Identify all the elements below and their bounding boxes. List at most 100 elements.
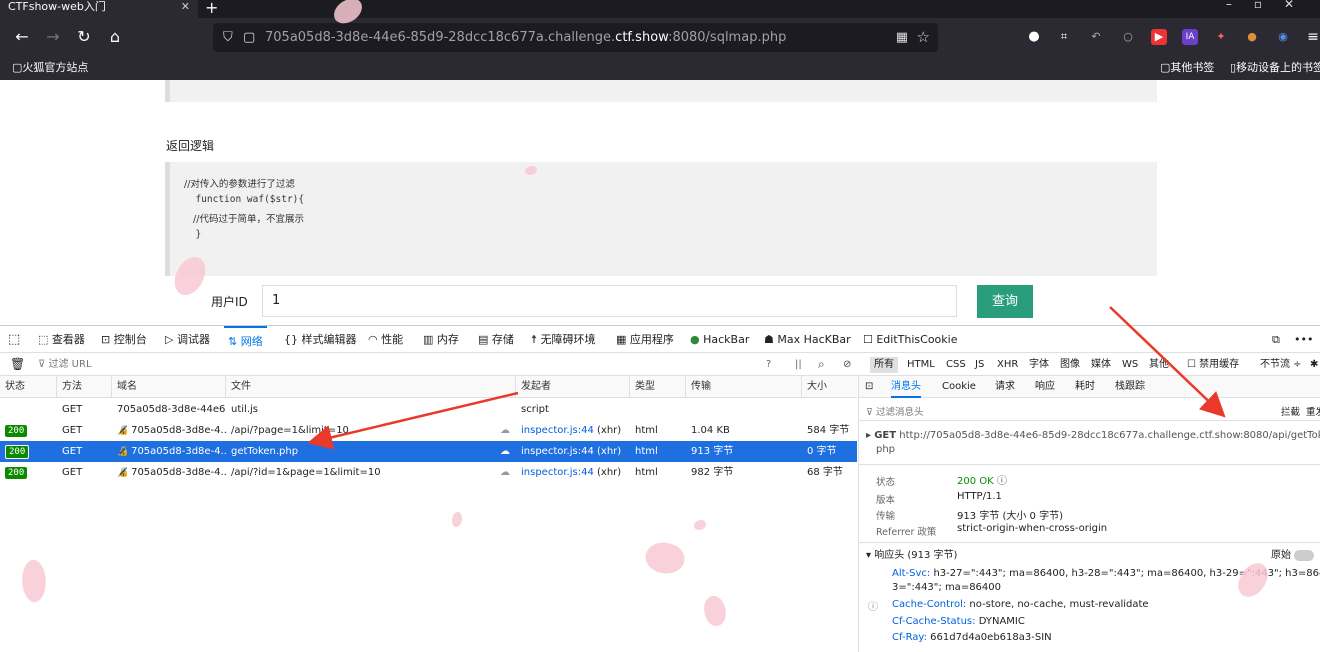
column-initiator[interactable]: 发起者 bbox=[516, 376, 630, 398]
block-icon[interactable]: ⊘ bbox=[843, 353, 851, 376]
tab-request[interactable]: 请求 bbox=[995, 376, 1015, 398]
forward-icon[interactable]: → bbox=[43, 27, 63, 46]
bookmark-firefox-official[interactable]: ▢火狐官方站点 bbox=[12, 58, 88, 78]
qr-code-icon[interactable]: ▦ bbox=[896, 23, 908, 52]
tab-stack-trace[interactable]: 栈跟踪 bbox=[1115, 376, 1145, 398]
block-button[interactable]: 拦截 bbox=[1281, 404, 1300, 418]
disable-cache-checkbox[interactable]: ☐ 禁用缓存 bbox=[1187, 353, 1239, 376]
type-filter-html[interactable]: HTML bbox=[907, 353, 935, 376]
reload-icon[interactable]: ↻ bbox=[74, 27, 94, 46]
user-id-label: 用户ID bbox=[211, 295, 248, 309]
tab-debugger[interactable]: ▷ 调试器 bbox=[165, 326, 210, 353]
column-size[interactable]: 大小 bbox=[802, 376, 857, 398]
tab-inspector[interactable]: ⬚ 查看器 bbox=[38, 326, 85, 353]
bookmark-other[interactable]: ▢其他书签 bbox=[1160, 58, 1214, 78]
panel-toggle-icon[interactable]: ⊡ bbox=[865, 376, 873, 398]
pause-icon[interactable]: || bbox=[795, 353, 802, 376]
cell-type: html bbox=[635, 425, 658, 436]
search-icon[interactable]: ⌕ bbox=[818, 353, 825, 376]
globe-extension-icon[interactable]: ◉ bbox=[1275, 29, 1291, 45]
cell-transfer: 982 字节 bbox=[691, 467, 734, 478]
bookmark-mobile[interactable]: ▯移动设备上的书签 bbox=[1230, 58, 1320, 78]
query-button[interactable]: 查询 bbox=[977, 285, 1033, 318]
tab-editthiscookie[interactable]: ☐ EditThisCookie bbox=[863, 326, 957, 353]
tab-hackbar[interactable]: ● HackBar bbox=[690, 326, 749, 353]
tab-memory[interactable]: ▥ 内存 bbox=[423, 326, 459, 353]
table-row[interactable]: 200 GET 🔏 705a05d8-3d8e-4.../api/?id=1&pag… bbox=[0, 462, 857, 483]
tab-headers[interactable]: 消息头 bbox=[891, 376, 921, 398]
type-filter-ws[interactable]: WS bbox=[1122, 353, 1138, 376]
cell-size: 584 字节 bbox=[807, 425, 850, 436]
cell-file: /api/?id=1&page=1&limit=10 ☁ bbox=[226, 462, 516, 483]
tab-storage[interactable]: ▤ 存储 bbox=[478, 326, 514, 353]
dock-icon[interactable]: ⧉ bbox=[1272, 326, 1280, 353]
type-filter-font[interactable]: 字体 bbox=[1029, 353, 1049, 376]
close-tab-icon[interactable]: ✕ bbox=[181, 0, 190, 14]
tab-timings[interactable]: 耗时 bbox=[1075, 376, 1095, 398]
type-filter-js[interactable]: JS bbox=[975, 353, 984, 376]
tab-application[interactable]: ▦ 应用程序 bbox=[616, 326, 674, 353]
column-method[interactable]: 方法 bbox=[57, 376, 112, 398]
crop-icon[interactable]: ⌗ bbox=[1056, 29, 1072, 45]
tab-max-hackbar[interactable]: ☗ Max HacKBar bbox=[764, 326, 851, 353]
tab-style-editor[interactable]: {} 样式编辑器 bbox=[284, 326, 357, 353]
type-filter-image[interactable]: 图像 bbox=[1060, 353, 1080, 376]
tab-network[interactable]: ⇅ 网络 bbox=[224, 326, 267, 353]
insecure-lock-icon: 🔏 bbox=[117, 468, 132, 478]
table-row[interactable]: GET 705a05d8-3d8e-44e6... util.js script bbox=[0, 399, 857, 420]
tab-performance[interactable]: ◠ 性能 bbox=[368, 326, 403, 353]
window-controls[interactable]: –▫✕ bbox=[1226, 0, 1316, 11]
type-filter-all[interactable]: 所有 bbox=[870, 357, 898, 373]
filter-url-input[interactable]: ⊽ 过滤 URL bbox=[38, 353, 92, 376]
bookmark-star-icon[interactable]: ☆ bbox=[917, 23, 930, 52]
table-row[interactable]: 200 GET 🔏 705a05d8-3d8e-4.../api/?page=1&l… bbox=[0, 420, 857, 441]
column-type[interactable]: 类型 bbox=[630, 376, 686, 398]
browser-tab[interactable]: CTFshow-web入门 ✕ bbox=[0, 0, 198, 18]
tab-accessibility[interactable]: ☨ 无障碍环境 bbox=[531, 326, 596, 353]
undo-icon[interactable]: ↶ bbox=[1088, 29, 1104, 45]
column-file[interactable]: 文件 bbox=[226, 376, 516, 398]
response-headers-toggle[interactable]: ▾ 响应头 (913 字节) bbox=[866, 546, 957, 561]
table-row[interactable]: 200 GET 🔏 705a05d8-3d8e-4... getToken.php ☁ i… bbox=[0, 441, 857, 462]
filter-headers-input[interactable]: ⊽ 过滤消息头 bbox=[866, 404, 924, 418]
puzzle-extension-icon[interactable]: ✦ bbox=[1213, 29, 1229, 45]
menu-icon[interactable]: ≡ bbox=[1305, 29, 1320, 45]
back-icon[interactable]: ← bbox=[12, 27, 32, 46]
column-status[interactable]: 状态 bbox=[0, 376, 57, 398]
type-filter-media[interactable]: 媒体 bbox=[1091, 353, 1111, 376]
column-domain[interactable]: 域名 bbox=[112, 376, 226, 398]
request-summary[interactable]: ▸ GET http://705a05d8-3d8e-44e6-85d9-28d… bbox=[866, 430, 1320, 441]
network-table-header: 状态 方法 域名 文件 发起者 类型 传输 大小 bbox=[0, 376, 857, 398]
help-icon[interactable]: ? bbox=[766, 353, 771, 376]
code-line: function waf($str){ bbox=[184, 194, 305, 205]
type-filter-css[interactable]: CSS bbox=[946, 353, 966, 376]
new-tab-icon[interactable]: + bbox=[205, 0, 218, 17]
resend-button[interactable]: 重发 bbox=[1306, 404, 1320, 418]
circle-extension-icon[interactable]: ○ bbox=[1120, 29, 1136, 45]
url-bar[interactable]: ⛉ ▢ 705a05d8-3d8e-44e6-85d9-28dcc18c677a… bbox=[213, 23, 938, 52]
element-picker-icon[interactable]: ⬚ bbox=[8, 326, 20, 353]
tab-console[interactable]: ⊡ 控制台 bbox=[101, 326, 147, 353]
page-info-icon[interactable]: ▢ bbox=[243, 23, 255, 52]
type-filter-other[interactable]: 其他 bbox=[1149, 353, 1169, 376]
shield-icon[interactable]: ⛉ bbox=[223, 23, 233, 52]
cookie-icon[interactable]: ● bbox=[1244, 29, 1260, 45]
trash-icon[interactable]: 🗑 bbox=[10, 353, 25, 376]
tab-response[interactable]: 响应 bbox=[1035, 376, 1055, 398]
throttle-select[interactable]: 不节流 ÷ bbox=[1260, 353, 1302, 376]
tab-cookie[interactable]: Cookie bbox=[942, 376, 976, 398]
help-icon[interactable]: ⓘ bbox=[868, 598, 878, 613]
more-options-icon[interactable]: ••• bbox=[1294, 326, 1313, 353]
ia-extension-icon[interactable]: IA bbox=[1182, 29, 1198, 45]
cell-status bbox=[0, 399, 57, 420]
video-extension-icon[interactable]: ▶ bbox=[1151, 29, 1167, 45]
column-transfer[interactable]: 传输 bbox=[686, 376, 802, 398]
help-icon[interactable]: ⓘ bbox=[997, 476, 1007, 487]
cell-status: 200 bbox=[0, 462, 57, 483]
user-id-input[interactable]: 1 bbox=[262, 285, 957, 317]
account-icon[interactable]: ● bbox=[1026, 29, 1042, 45]
settings-icon[interactable]: ✱ bbox=[1310, 353, 1318, 376]
raw-toggle[interactable]: 原始 bbox=[1271, 546, 1315, 561]
type-filter-xhr[interactable]: XHR bbox=[997, 353, 1018, 376]
home-icon[interactable]: ⌂ bbox=[105, 27, 125, 46]
